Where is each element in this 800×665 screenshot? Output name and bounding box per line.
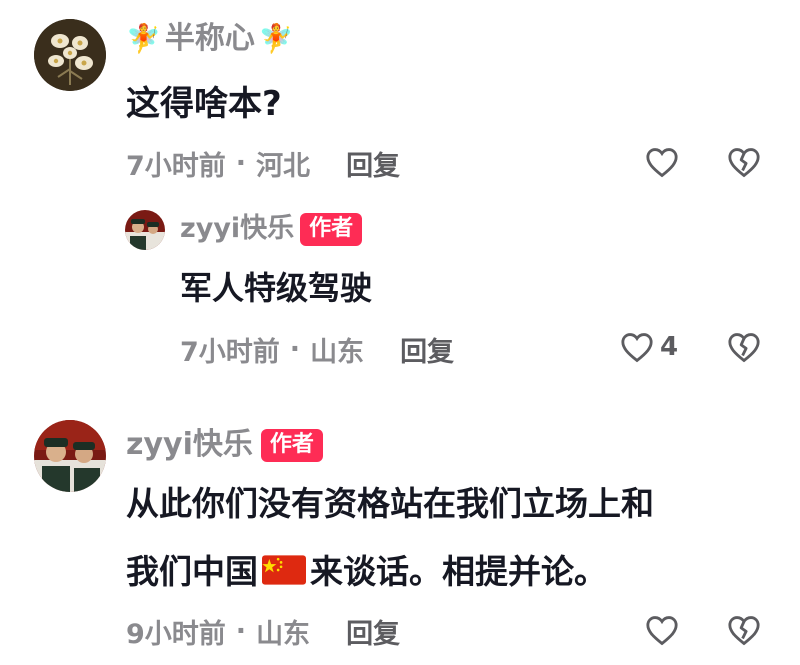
comment-3-username-row: zyyi快乐 作者: [126, 427, 323, 463]
comment-text-part: 来谈话。相提并论。: [310, 552, 607, 591]
reply-button[interactable]: 回复: [400, 330, 454, 369]
like-button[interactable]: [645, 146, 679, 178]
broken-heart-icon: [728, 148, 760, 178]
separator: ·: [235, 616, 247, 647]
separator: ·: [235, 148, 247, 179]
timestamp: 7小时前: [126, 151, 226, 182]
timestamp: 7小时前: [180, 337, 280, 368]
comment-1-username-row: 🧚 半称心 🧚: [126, 22, 294, 56]
comment-meta: 7小时前 · 河北 回复: [126, 144, 400, 183]
dislike-button[interactable]: [727, 614, 761, 646]
comment-meta: 9小时前 · 山东 回复: [126, 612, 400, 651]
dislike-button[interactable]: [727, 331, 761, 363]
location: 山东: [256, 619, 311, 650]
location: 河北: [256, 151, 311, 182]
location: 山东: [310, 337, 365, 368]
like-button[interactable]: [645, 614, 679, 646]
separator: ·: [289, 334, 301, 365]
comment-text-part: 我们中国: [126, 552, 258, 591]
comment-text: 这得啥本?: [126, 84, 282, 124]
heart-outline-icon: [621, 333, 653, 363]
username[interactable]: 半称心: [165, 22, 255, 56]
heart-outline-icon: [646, 148, 678, 178]
username[interactable]: zyyi快乐: [180, 212, 294, 246]
author-badge: 作者: [260, 428, 323, 462]
broken-heart-icon: [728, 333, 760, 363]
like-count: 4: [660, 332, 679, 362]
avatar[interactable]: [34, 19, 106, 91]
china-flag-icon: [262, 555, 306, 589]
broken-heart-icon: [728, 616, 760, 646]
comment-text: 军人特级驾驶: [180, 269, 373, 307]
reply-button[interactable]: 回复: [346, 612, 400, 651]
comment-text-line-1: 从此你们没有资格站在我们立场上和: [126, 484, 654, 523]
avatar[interactable]: [34, 420, 106, 492]
like-button[interactable]: 4: [620, 331, 678, 363]
dislike-button[interactable]: [727, 146, 761, 178]
author-badge: 作者: [300, 212, 363, 246]
timestamp: 9小时前: [126, 619, 226, 650]
fairy-icon: 🧚: [126, 22, 161, 55]
comment-meta: 7小时前 · 山东 回复: [180, 330, 454, 369]
username[interactable]: zyyi快乐: [126, 427, 253, 463]
comment-text-line-2: 我们中国 来谈话。相提并论。: [126, 550, 607, 594]
fairy-icon: 🧚: [258, 22, 294, 55]
comment-2-username-row: zyyi快乐 作者: [180, 212, 363, 246]
avatar[interactable]: [125, 210, 165, 250]
reply-button[interactable]: 回复: [346, 144, 400, 183]
heart-outline-icon: [646, 616, 678, 646]
